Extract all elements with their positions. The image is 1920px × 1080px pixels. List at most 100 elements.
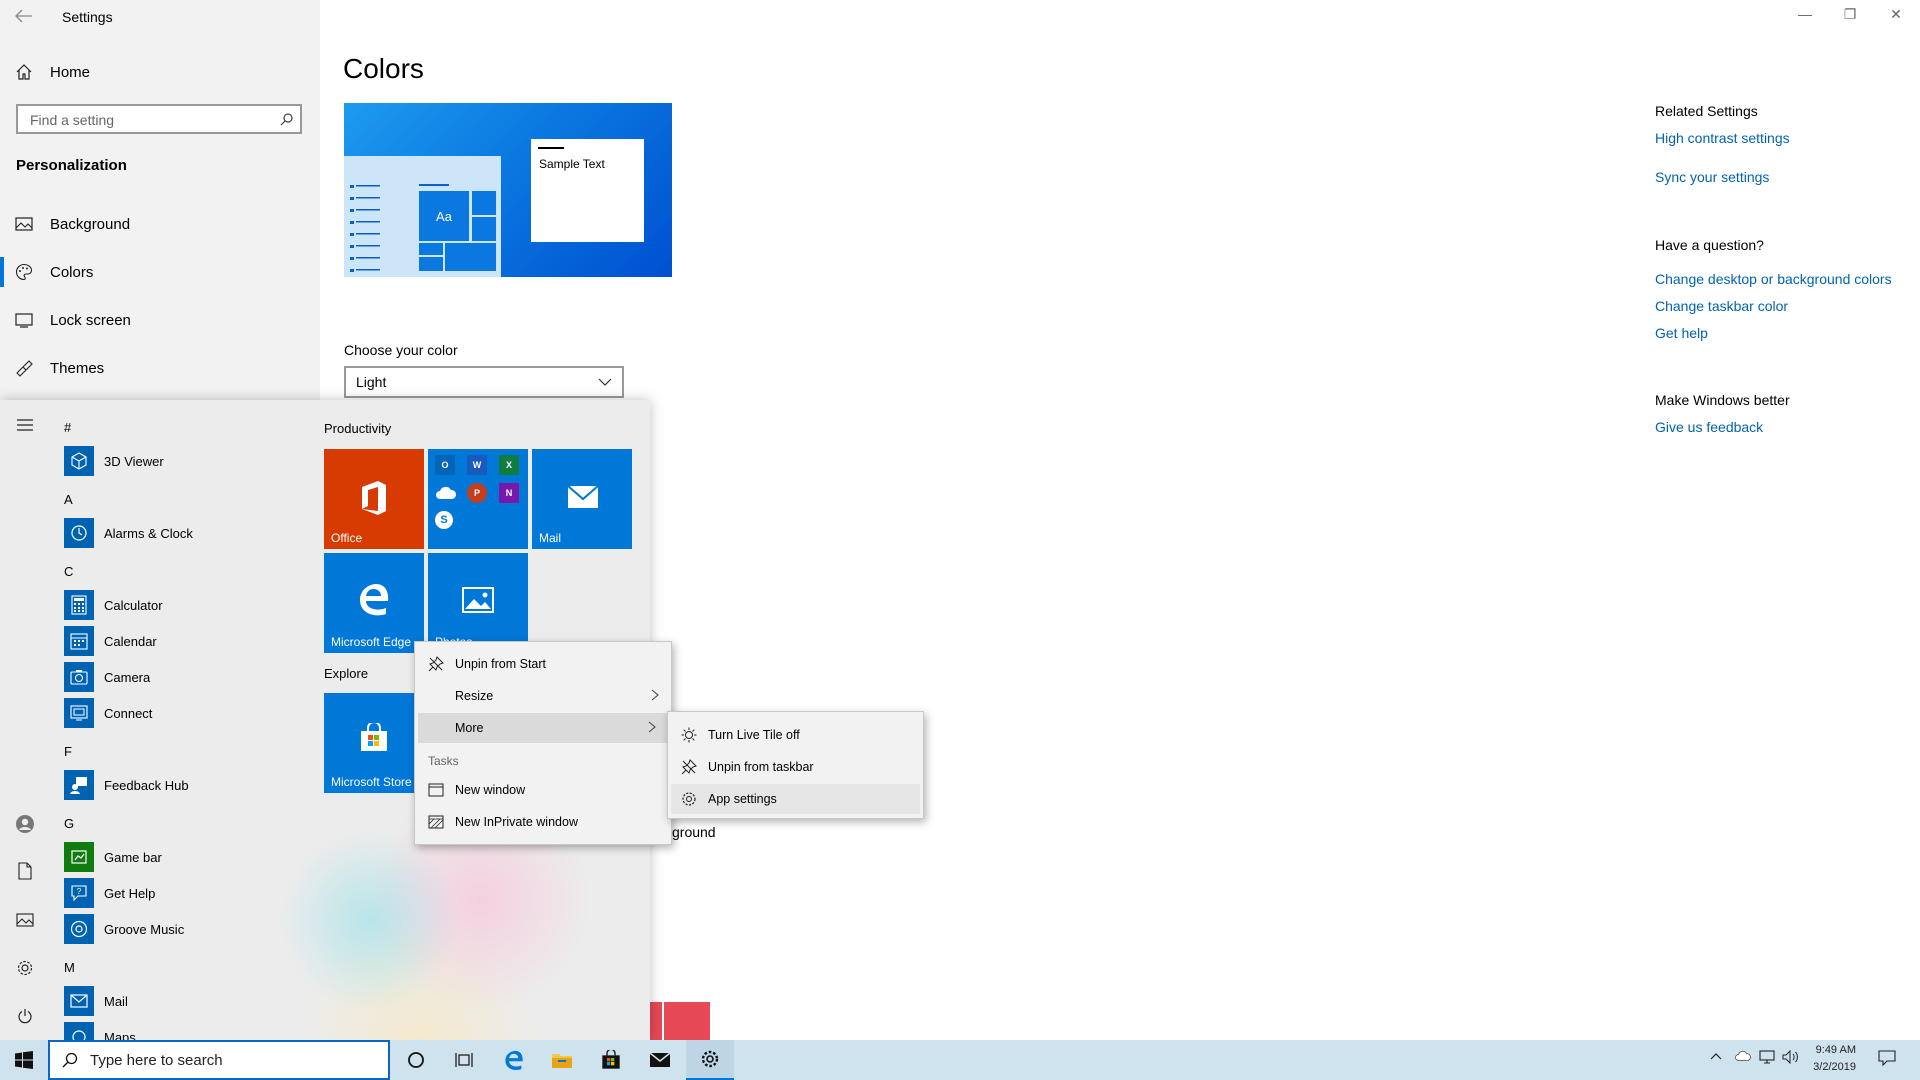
taskbar-mail[interactable] bbox=[636, 1040, 684, 1080]
menu-item-resize[interactable]: Resize bbox=[415, 681, 671, 711]
edge-icon bbox=[503, 1049, 525, 1071]
list-item[interactable]: Mail bbox=[64, 986, 128, 1016]
taskbar-edge[interactable] bbox=[490, 1040, 538, 1080]
high-contrast-link[interactable]: High contrast settings bbox=[1655, 130, 1790, 146]
tile-photos[interactable]: Photos bbox=[428, 553, 528, 653]
menu-item-turn-live-tile-off[interactable]: Turn Live Tile off bbox=[668, 720, 923, 750]
list-item[interactable]: Game bar bbox=[64, 842, 162, 872]
letter-header[interactable]: G bbox=[64, 816, 74, 831]
tile-mail[interactable]: Mail bbox=[532, 449, 632, 549]
lock-screen-icon bbox=[14, 310, 34, 330]
chevron-right-icon bbox=[648, 721, 656, 733]
tile-microsoft-store[interactable]: Microsoft Store bbox=[324, 693, 424, 793]
sidebar-item-colors[interactable]: Colors bbox=[0, 250, 320, 294]
menu-item-unpin-from-start[interactable]: Unpin from Start bbox=[415, 649, 671, 679]
sidebar-item-background[interactable]: Background bbox=[0, 202, 320, 246]
list-item[interactable]: Camera bbox=[64, 662, 150, 692]
list-item[interactable]: Groove Music bbox=[64, 914, 184, 944]
clock-date[interactable]: 3/2/2019 bbox=[1800, 1061, 1856, 1073]
user-avatar-icon[interactable] bbox=[14, 813, 36, 835]
group-label-productivity: Productivity bbox=[324, 421, 392, 436]
tile-office[interactable]: Office bbox=[324, 449, 424, 549]
sidebar-item-themes[interactable]: Themes bbox=[0, 346, 320, 390]
list-item[interactable]: Calculator bbox=[64, 590, 163, 620]
taskbar-search-input[interactable] bbox=[88, 1050, 372, 1070]
cortana-button[interactable] bbox=[392, 1040, 440, 1080]
back-arrow-icon[interactable] bbox=[14, 8, 34, 24]
sidebar-home-label: Home bbox=[50, 63, 91, 81]
onedrive-cloud-icon[interactable] bbox=[1734, 1050, 1752, 1062]
menu-item-app-settings[interactable]: App settings bbox=[671, 784, 920, 814]
cube-icon bbox=[64, 446, 94, 476]
sidebar-item-home[interactable]: Home bbox=[0, 50, 320, 94]
camera-icon bbox=[64, 662, 94, 692]
find-setting-search[interactable] bbox=[16, 104, 302, 134]
app-name: Groove Music bbox=[104, 921, 185, 937]
menu-item-unpin-from-taskbar[interactable]: Unpin from taskbar bbox=[668, 752, 923, 782]
color-swatch[interactable] bbox=[648, 1002, 710, 1040]
give-feedback-link[interactable]: Give us feedback bbox=[1655, 419, 1763, 435]
tile-office-apps-folder[interactable]: O W X P N S bbox=[428, 449, 528, 549]
choose-color-dropdown[interactable]: Light bbox=[344, 366, 624, 398]
volume-icon[interactable] bbox=[1782, 1050, 1800, 1064]
close-button[interactable]: ✕ bbox=[1884, 6, 1908, 26]
letter-header[interactable]: M bbox=[64, 960, 75, 975]
show-hidden-icons-chevron-up-icon[interactable] bbox=[1710, 1052, 1722, 1060]
unpin-icon bbox=[680, 758, 698, 776]
taskbar-settings[interactable] bbox=[686, 1040, 734, 1080]
letter-header[interactable]: F bbox=[64, 744, 72, 759]
clock-icon bbox=[64, 518, 94, 548]
action-center-icon[interactable] bbox=[1878, 1050, 1896, 1066]
get-help-link[interactable]: Get help bbox=[1655, 325, 1708, 341]
app-name: Maps bbox=[104, 1030, 136, 1040]
letter-header[interactable]: A bbox=[64, 492, 73, 507]
sync-settings-link[interactable]: Sync your settings bbox=[1655, 169, 1769, 185]
task-view-button[interactable] bbox=[440, 1040, 488, 1080]
pictures-icon[interactable] bbox=[14, 909, 36, 931]
taskbar-file-explorer[interactable] bbox=[538, 1040, 586, 1080]
list-item[interactable]: 3D Viewer bbox=[64, 446, 164, 476]
letter-header[interactable]: C bbox=[64, 564, 73, 579]
change-taskbar-color-link[interactable]: Change taskbar color bbox=[1655, 298, 1788, 314]
list-item[interactable]: Connect bbox=[64, 698, 152, 728]
calendar-icon bbox=[64, 626, 94, 656]
context-menu: Unpin from Start Resize More Tasks New w… bbox=[414, 641, 672, 845]
excel-icon: X bbox=[499, 455, 519, 475]
music-icon bbox=[64, 914, 94, 944]
app-name: Connect bbox=[104, 705, 153, 721]
powerpoint-icon: P bbox=[467, 483, 487, 503]
taskbar-search-box[interactable] bbox=[48, 1040, 390, 1080]
letter-header[interactable]: # bbox=[64, 420, 71, 435]
menu-item-label: App settings bbox=[708, 792, 777, 806]
restore-button[interactable]: ❐ bbox=[1838, 6, 1862, 26]
question-heading: Have a question? bbox=[1655, 237, 1764, 253]
menu-item-label: Unpin from Start bbox=[455, 657, 547, 671]
preview-tile bbox=[472, 217, 496, 241]
list-item[interactable]: Maps bbox=[64, 1022, 136, 1040]
preview-line bbox=[419, 184, 449, 186]
home-icon bbox=[14, 62, 34, 82]
documents-icon[interactable] bbox=[14, 860, 36, 882]
sidebar-item-lock-screen[interactable]: Lock screen bbox=[0, 298, 320, 342]
photos-icon bbox=[462, 587, 494, 613]
list-item[interactable]: Feedback Hub bbox=[64, 770, 189, 800]
app-name: Mail bbox=[104, 993, 128, 1009]
menu-item-more[interactable]: More bbox=[418, 713, 668, 743]
tile-microsoft-edge[interactable]: Microsoft Edge bbox=[324, 553, 424, 653]
clock-time[interactable]: 9:49 AM bbox=[1800, 1044, 1856, 1056]
tile-label: Office bbox=[331, 531, 363, 545]
hamburger-icon[interactable] bbox=[14, 414, 36, 436]
minimize-button[interactable]: — bbox=[1793, 6, 1817, 26]
power-icon[interactable] bbox=[14, 1005, 36, 1027]
settings-gear-icon[interactable] bbox=[14, 957, 36, 979]
menu-item-new-inprivate-window[interactable]: New InPrivate window bbox=[415, 807, 671, 837]
menu-item-new-window[interactable]: New window bbox=[415, 775, 671, 805]
taskbar-store[interactable] bbox=[587, 1040, 635, 1080]
list-item[interactable]: Calendar bbox=[64, 626, 157, 656]
change-desktop-colors-link[interactable]: Change desktop or background colors bbox=[1655, 271, 1892, 287]
start-button[interactable] bbox=[0, 1040, 48, 1080]
network-icon[interactable] bbox=[1758, 1050, 1776, 1064]
list-item[interactable]: ? Get Help bbox=[64, 878, 155, 908]
find-setting-input[interactable] bbox=[28, 106, 272, 134]
list-item[interactable]: Alarms & Clock bbox=[64, 518, 193, 548]
